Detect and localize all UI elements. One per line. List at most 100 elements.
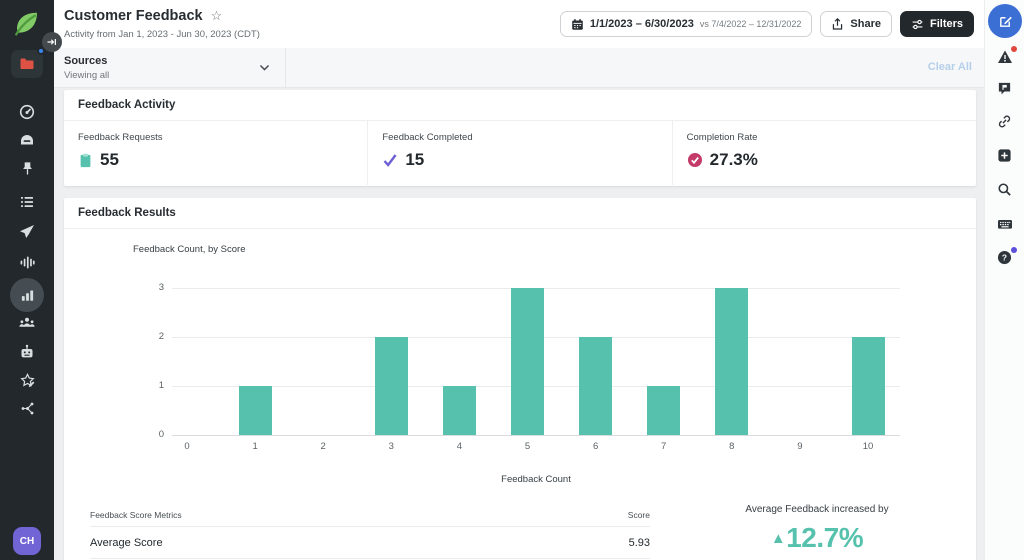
- dashboard-icon[interactable]: [13, 98, 41, 126]
- x-axis-tick: 0: [167, 441, 207, 452]
- clear-all-link[interactable]: Clear All: [928, 61, 972, 73]
- sources-label: Sources: [64, 55, 107, 67]
- chart-x-axis-label: Feedback Count: [172, 474, 900, 485]
- feedback-results-title: Feedback Results: [64, 198, 976, 229]
- avatar[interactable]: CH: [13, 527, 41, 555]
- stat-number: 15: [405, 150, 424, 170]
- gridline: [172, 435, 900, 436]
- x-axis-tick: 2: [303, 441, 343, 452]
- x-axis-tick: 4: [439, 441, 479, 452]
- sprout-leaf-logo[interactable]: [12, 9, 42, 39]
- x-axis-tick: 1: [235, 441, 275, 452]
- y-axis-tick: 2: [128, 331, 164, 342]
- stat-card: Feedback Requests 55: [64, 121, 367, 185]
- stat-label: Completion Rate: [687, 132, 976, 143]
- collapse-sidebar-button[interactable]: [42, 32, 62, 52]
- bar-score-3[interactable]: [375, 337, 408, 435]
- badge-dot: [1011, 247, 1017, 253]
- arrow-up-icon: ▲: [771, 530, 785, 547]
- stat-number: 27.3%: [710, 150, 758, 170]
- table-cell: 5.93: [629, 537, 650, 549]
- x-axis-tick: 7: [644, 441, 684, 452]
- community-icon[interactable]: [13, 309, 41, 337]
- metrics-table: Feedback Score Metrics Score Average Scor…: [90, 510, 650, 559]
- right-sidebar: ?: [984, 0, 1024, 560]
- filters-label: Filters: [930, 18, 963, 30]
- sources-filter[interactable]: Sources Viewing all: [54, 48, 286, 88]
- sources-value: Viewing all: [64, 70, 109, 81]
- alerts-icon[interactable]: [997, 49, 1013, 65]
- y-axis-tick: 3: [128, 282, 164, 293]
- keyboard-icon[interactable]: [997, 216, 1013, 232]
- x-axis-tick: 6: [576, 441, 616, 452]
- reports-icon[interactable]: [10, 278, 44, 312]
- x-axis-tick: 10: [848, 441, 888, 452]
- page-title: Customer Feedback ☆: [64, 8, 222, 24]
- inbox-icon[interactable]: [13, 126, 41, 154]
- folder-icon[interactable]: [11, 50, 43, 78]
- x-axis-tick: 8: [712, 441, 752, 452]
- x-axis-tick: 9: [780, 441, 820, 452]
- page-title-text: Customer Feedback: [64, 8, 203, 24]
- bar-score-10[interactable]: [852, 337, 885, 435]
- stat-label: Feedback Completed: [382, 132, 671, 143]
- stat-label: Feedback Requests: [78, 132, 367, 143]
- search-icon[interactable]: [997, 182, 1013, 198]
- chevron-down-icon: [258, 61, 271, 74]
- reviews-icon[interactable]: [13, 366, 41, 394]
- x-axis-tick: 3: [371, 441, 411, 452]
- table-header: Score: [628, 510, 650, 520]
- header-controls: 1/1/2023 – 6/30/2023 vs 7/4/2022 – 12/31…: [560, 11, 974, 37]
- favorite-star-icon[interactable]: ☆: [211, 8, 223, 24]
- stat-card: Feedback Completed 15: [367, 121, 671, 185]
- date-range-text: 1/1/2023 – 6/30/2023: [590, 18, 694, 30]
- bar-score-8[interactable]: [715, 288, 748, 435]
- circle-check-icon: [687, 152, 703, 168]
- clipboard-icon: [78, 153, 93, 168]
- date-range-button[interactable]: 1/1/2023 – 6/30/2023 vs 7/4/2022 – 12/31…: [560, 11, 813, 37]
- svg-text:?: ?: [1002, 253, 1007, 263]
- table-header: Feedback Score Metrics: [90, 510, 182, 520]
- report-subtitle: Activity from Jan 1, 2023 - Jun 30, 2023…: [64, 29, 260, 40]
- summary-label: Average Feedback increased by: [667, 504, 967, 515]
- messages-icon[interactable]: [997, 81, 1013, 97]
- filter-bar: Sources Viewing all Clear All: [54, 48, 984, 88]
- bar-score-5[interactable]: [511, 288, 544, 435]
- pin-icon[interactable]: [13, 154, 41, 182]
- filters-button[interactable]: Filters: [900, 11, 974, 37]
- table-cell: Average Score: [90, 537, 163, 549]
- link-icon[interactable]: [997, 114, 1013, 130]
- listening-icon[interactable]: [13, 248, 41, 276]
- share-icon: [831, 18, 844, 31]
- stat-number: 55: [100, 150, 119, 170]
- feedback-activity-card: Feedback Activity Feedback Requests55Fee…: [64, 90, 976, 186]
- share-button[interactable]: Share: [820, 11, 892, 37]
- bar-score-7[interactable]: [647, 386, 680, 435]
- table-row: Average Score 5.93: [90, 527, 650, 559]
- main-content: Customer Feedback ☆ Activity from Jan 1,…: [54, 0, 984, 560]
- bar-score-4[interactable]: [443, 386, 476, 435]
- y-axis-tick: 1: [128, 380, 164, 391]
- add-icon[interactable]: [997, 148, 1013, 164]
- check-icon: [382, 152, 398, 168]
- bot-icon[interactable]: [13, 338, 41, 366]
- summary-value: ▲12.7%: [667, 522, 967, 554]
- integrations-icon[interactable]: [13, 394, 41, 422]
- tasks-icon[interactable]: [13, 188, 41, 216]
- help-icon[interactable]: ?: [997, 250, 1013, 266]
- filters-icon: [911, 18, 924, 31]
- compose-icon[interactable]: [988, 4, 1022, 38]
- bar-score-6[interactable]: [579, 337, 612, 435]
- summary-percent: 12.7%: [786, 522, 863, 553]
- compare-range-text: vs 7/4/2022 – 12/31/2022: [700, 19, 802, 29]
- average-feedback-summary: Average Feedback increased by ▲12.7%: [667, 504, 967, 554]
- x-axis-tick: 5: [508, 441, 548, 452]
- feedback-activity-title: Feedback Activity: [64, 90, 976, 121]
- badge-dot: [1011, 46, 1017, 52]
- publish-icon[interactable]: [13, 218, 41, 246]
- bar-score-1[interactable]: [239, 386, 272, 435]
- stat-card: Completion Rate 27.3%: [672, 121, 976, 185]
- calendar-icon: [571, 18, 584, 31]
- feedback-results-card: Feedback Results Feedback Count, by Scor…: [64, 198, 976, 560]
- left-sidebar: CH: [0, 0, 54, 560]
